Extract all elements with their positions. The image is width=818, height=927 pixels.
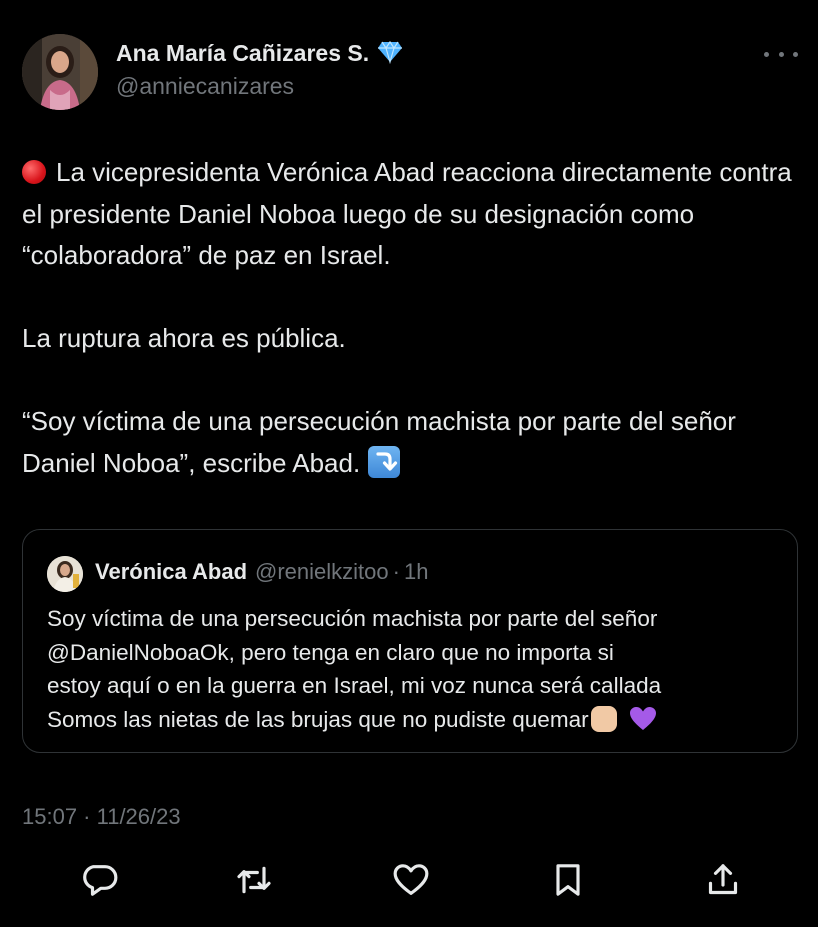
quoted-tweet-card[interactable]: Verónica Abad @renielkzitoo · 1h Soy víctim… — [22, 529, 798, 753]
quoted-author-avatar[interactable] — [47, 556, 83, 592]
share-icon[interactable] — [701, 858, 745, 902]
quoted-separator: · — [392, 559, 400, 584]
tweet-paragraph: La vicepresidenta Verónica Abad reaccion… — [22, 157, 792, 270]
quoted-text-line: Soy víctima de una persecución machista … — [47, 606, 658, 631]
quoted-text-line: @DanielNoboaOk, pero tenga en claro que … — [47, 639, 614, 665]
quoted-text-line: Somos las nietas de las brujas que no pu… — [47, 706, 589, 732]
tweet-paragraph: La ruptura ahora es pública. — [22, 323, 346, 353]
retweet-icon[interactable] — [232, 858, 276, 902]
author-handle[interactable]: @anniecanizares — [116, 73, 294, 100]
quoted-tweet-header: Verónica Abad @renielkzitoo · 1h — [95, 559, 428, 585]
purple-heart-icon — [629, 706, 657, 742]
tweet-text: La vicepresidenta Verónica Abad reaccion… — [22, 152, 802, 484]
arrow-down-right-icon — [368, 445, 401, 478]
reply-icon[interactable] — [78, 858, 122, 902]
author-avatar[interactable] — [22, 34, 98, 110]
more-options-icon[interactable] — [764, 44, 798, 64]
quoted-author-handle[interactable]: @renielkzitoo — [255, 559, 389, 584]
quoted-text-line-last: Somos las nietas de las brujas que no pu… — [47, 703, 787, 742]
quoted-tweet-text: Soy víctima de una persecución machista … — [47, 602, 787, 741]
author-name[interactable]: Ana María Cañizares S. — [116, 40, 403, 70]
action-bar — [0, 858, 818, 902]
quoted-text-line: estoy aquí o en la guerra en Israel, mi … — [47, 673, 662, 698]
like-icon[interactable] — [389, 858, 433, 902]
quoted-author-name[interactable]: Verónica Abad — [95, 559, 247, 584]
bookmark-icon[interactable] — [546, 858, 590, 902]
raised-fist-icon — [590, 705, 617, 732]
red-circle-icon — [22, 160, 46, 184]
tweet-timestamp[interactable]: 15:07 · 11/26/23 — [22, 804, 181, 830]
tweet-paragraph: “Soy víctima de una persecución machista… — [22, 406, 736, 478]
author-name-text[interactable]: Ana María Cañizares S. — [116, 40, 369, 66]
quoted-time[interactable]: 1h — [404, 559, 428, 584]
diamond-verified-icon — [377, 40, 403, 70]
